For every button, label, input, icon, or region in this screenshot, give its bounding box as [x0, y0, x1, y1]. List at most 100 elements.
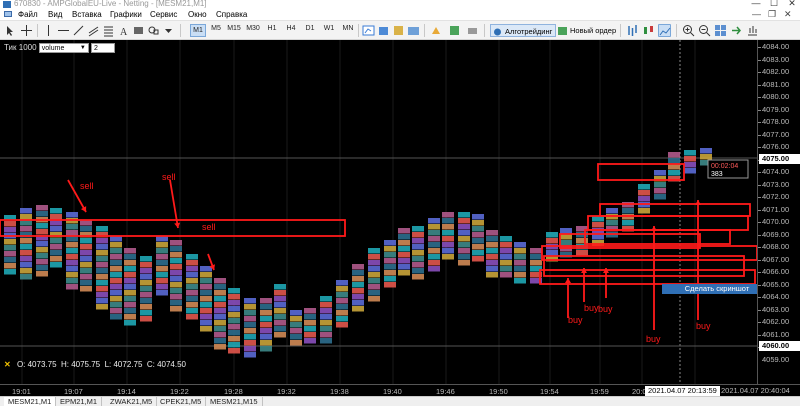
cluster-cell [140, 256, 152, 262]
label-icon[interactable] [132, 24, 145, 37]
maximize-button[interactable]: ☐ [766, 0, 782, 9]
ohlc-open: O: 4073.75 [16, 360, 57, 369]
bar-chart-icon[interactable] [626, 24, 639, 37]
zoom-in-icon[interactable] [682, 24, 695, 37]
profiles-icon[interactable] [377, 24, 390, 37]
cluster-cell [384, 282, 396, 288]
doc-close-button[interactable]: ✕ [784, 9, 792, 20]
cluster-cell [186, 266, 198, 272]
autoscroll-icon[interactable] [730, 24, 743, 37]
menu-charts[interactable]: Графики [110, 10, 142, 19]
cluster-cell [20, 244, 32, 250]
terminal-icon[interactable] [407, 24, 420, 37]
tf-m30[interactable]: M30 [245, 25, 261, 32]
fibonacci-icon[interactable] [102, 24, 115, 37]
time-label: 19:14 [117, 387, 136, 396]
market-watch-icon[interactable] [430, 24, 443, 37]
text-icon[interactable]: A [117, 24, 130, 38]
cluster-cell [530, 254, 542, 260]
algo-trading-button[interactable]: Алготрейдинг [490, 24, 557, 37]
close-x-icon[interactable]: ✕ [4, 360, 11, 369]
candles-icon[interactable] [642, 24, 655, 37]
doc-restore-button[interactable]: ❐ [768, 9, 776, 20]
cluster-cell [214, 290, 226, 296]
cluster-cell [186, 254, 198, 260]
volume-number-input[interactable]: 2 [91, 43, 116, 53]
navigator-icon[interactable] [392, 24, 405, 37]
cluster-cell [124, 248, 136, 254]
cluster-cell [156, 242, 168, 248]
crosshair-price-badge: 4060.00 [759, 341, 800, 351]
cluster-cell [110, 302, 122, 308]
cluster-cell [66, 278, 78, 284]
chart-tab[interactable]: MESM21,M15 [206, 397, 263, 406]
cluster-cell [638, 184, 650, 190]
trend-line-icon[interactable] [72, 24, 85, 37]
crosshair-icon[interactable] [20, 24, 33, 37]
cursor-icon[interactable] [4, 24, 17, 37]
data-window-icon[interactable] [448, 24, 461, 37]
line-chart-icon[interactable] [658, 24, 671, 37]
cluster-cell [638, 196, 650, 202]
cluster-cell [124, 308, 136, 314]
doc-minimize-button[interactable]: — [752, 9, 761, 19]
menu-view[interactable]: Вид [48, 10, 62, 19]
cluster-cell [170, 240, 182, 246]
cluster-cell [244, 334, 256, 340]
cluster-cell [140, 268, 152, 274]
strategy-tester-icon[interactable] [466, 24, 479, 37]
cluster-cell [336, 280, 348, 286]
chart-tab[interactable]: ZWAK21,M5 [106, 397, 158, 406]
chart-tab[interactable]: CPEK21,M5 [156, 397, 207, 406]
screenshot-tooltip[interactable]: Сделать скриншот [662, 284, 772, 294]
close-button[interactable]: ✕ [784, 0, 800, 9]
menu-file-icon[interactable] [4, 10, 12, 20]
tf-m15[interactable]: M15 [226, 25, 242, 32]
menu-help[interactable]: Справка [216, 10, 247, 19]
cluster-cell [124, 296, 136, 302]
price-tick [758, 259, 761, 261]
cluster-cell [352, 270, 364, 276]
menu-file[interactable]: Файл [18, 10, 38, 19]
minimize-button[interactable]: — [748, 0, 764, 8]
tf-m5[interactable]: M5 [208, 25, 224, 32]
vertical-line-icon[interactable] [42, 24, 55, 37]
cluster-cell [514, 248, 526, 254]
time-label: 19:07 [64, 387, 83, 396]
zoom-out-icon[interactable] [698, 24, 711, 37]
tf-d1[interactable]: D1 [302, 25, 318, 32]
menu-window[interactable]: Окно [188, 10, 207, 19]
cluster-cell [228, 336, 240, 342]
tf-mn[interactable]: MN [340, 25, 356, 32]
dropdown-arrow-icon[interactable] [162, 24, 175, 37]
chart-shift-icon[interactable] [746, 24, 759, 37]
channel-icon[interactable] [87, 24, 100, 37]
cluster-cell [320, 338, 332, 344]
menu-insert[interactable]: Вставка [72, 10, 102, 19]
horizontal-line-icon[interactable] [57, 24, 70, 37]
tf-w1[interactable]: W1 [321, 25, 337, 32]
shapes-icon[interactable] [147, 24, 160, 37]
time-axis[interactable]: 19:01 19:07 19:14 19:22 19:28 19:32 19:38 19:40… [0, 384, 800, 396]
chart-tab[interactable]: EPM21,M1 [56, 397, 103, 406]
tf-h1[interactable]: H1 [264, 25, 280, 32]
cluster-cell [200, 302, 212, 308]
price-label: 4063.00 [762, 304, 790, 314]
arrow-head-icon [695, 200, 701, 205]
chart-tab[interactable]: MESM21,M1 [4, 397, 57, 406]
cluster-cell [186, 278, 198, 284]
tile-windows-icon[interactable] [714, 24, 727, 37]
cluster-cell [442, 230, 454, 236]
price-label: 4073.00 [762, 179, 790, 189]
price-axis[interactable]: 4084.00 4083.00 4082.00 4081.00 4080.00 4079.… [757, 40, 800, 384]
tf-h4[interactable]: H4 [283, 25, 299, 32]
new-order-button[interactable]: Новый ордер [556, 24, 619, 37]
price-tick [758, 334, 761, 336]
cluster-cell [96, 286, 108, 292]
annotation-label: buy [598, 304, 613, 314]
menu-tools[interactable]: Сервис [150, 10, 177, 19]
volume-select[interactable]: volume ▼ [38, 43, 89, 53]
tf-m1[interactable]: M1 [190, 24, 206, 37]
cluster-cell [228, 288, 240, 294]
new-chart-icon[interactable] [362, 24, 375, 37]
